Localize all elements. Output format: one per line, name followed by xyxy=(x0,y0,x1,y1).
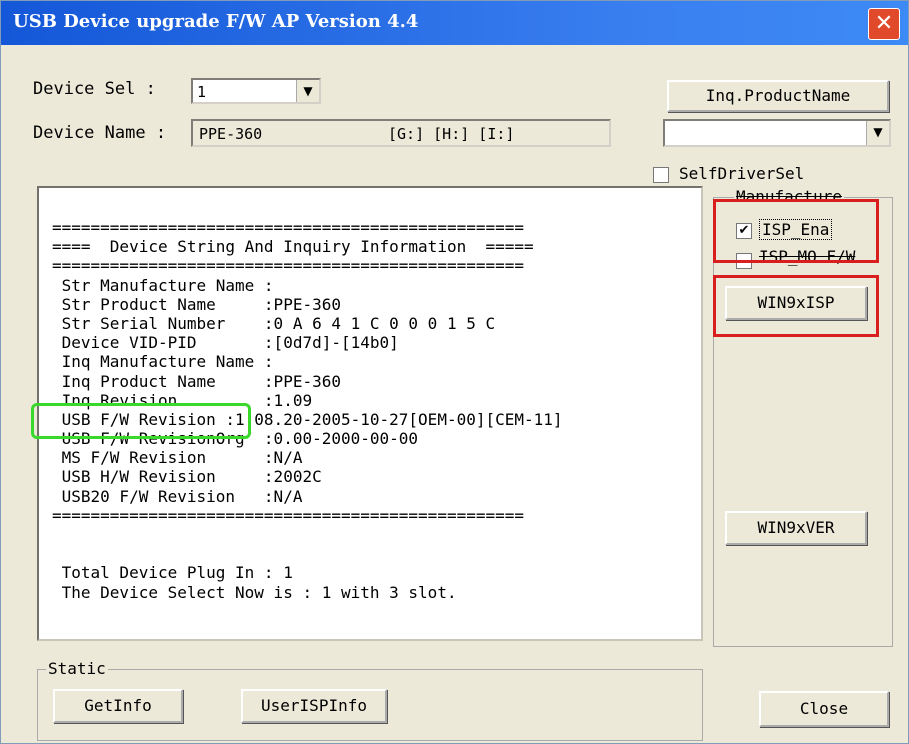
window-title: USB Device upgrade F/W AP Version 4.4 xyxy=(13,11,419,32)
close-button[interactable]: Close xyxy=(759,691,889,727)
device-name-field: PPE-360 [G:] [H:] [I:] xyxy=(191,119,611,147)
close-window-icon[interactable]: ✕ xyxy=(868,8,900,40)
console-line: Total Device Plug In : 1 xyxy=(52,563,293,583)
win9x-ver-button[interactable]: WIN9xVER xyxy=(725,511,867,545)
console-line: MS F/W Revision :N/A xyxy=(52,448,303,468)
product-name-dropdown[interactable]: ▼ xyxy=(663,119,891,147)
console-line: USB20 F/W Revision :N/A xyxy=(52,486,303,506)
device-sel-value: 1 xyxy=(197,83,207,101)
console-line: Inq Manufacture Name : xyxy=(52,352,274,372)
self-driver-sel-checkbox[interactable] xyxy=(653,167,669,183)
console-line: USB H/W Revision :2002C xyxy=(52,467,322,487)
console-line: The Device Select Now is : 1 with 3 slot… xyxy=(52,582,457,602)
title-bar[interactable]: USB Device upgrade F/W AP Version 4.4 ✕ xyxy=(1,1,908,45)
isp-ena-highlight xyxy=(713,199,879,263)
console-line: ========================================… xyxy=(52,256,525,276)
win9x-isp-highlight xyxy=(713,275,879,337)
user-isp-info-button[interactable]: UserISPInfo xyxy=(241,689,387,723)
get-info-button[interactable]: GetInfo xyxy=(53,689,183,723)
static-group-label: Static xyxy=(46,659,108,678)
app-window: USB Device upgrade F/W AP Version 4.4 ✕ … xyxy=(0,0,909,744)
console-line: Str Serial Number :0 A 6 4 1 C 0 0 0 1 5… xyxy=(52,313,496,333)
chevron-down-icon[interactable]: ▼ xyxy=(296,80,319,102)
console-line: Inq Product Name :PPE-360 xyxy=(52,371,341,391)
self-driver-sel-label: SelfDriverSel xyxy=(679,164,805,183)
device-name-label: Device Name : xyxy=(33,123,167,143)
device-name-value: PPE-360 xyxy=(199,125,263,143)
console-line: ========================================… xyxy=(52,505,525,525)
console-line: Device VID-PID :[0d7d]-[14b0] xyxy=(52,333,399,353)
console-line: ==== Device String And Inquiry Informati… xyxy=(52,237,534,257)
inq-revision-highlight xyxy=(31,403,251,439)
device-drives: [G:] [H:] [I:] xyxy=(388,125,515,143)
console-line: Str Manufacture Name : xyxy=(52,275,274,295)
chevron-down-icon[interactable]: ▼ xyxy=(866,121,889,145)
inq-product-name-button[interactable]: Inq.ProductName xyxy=(667,80,889,112)
device-sel-dropdown[interactable]: 1 ▼ xyxy=(191,78,321,104)
device-sel-label: Device Sel : xyxy=(33,79,156,99)
console-line: Str Product Name :PPE-360 xyxy=(52,294,341,314)
console-line: ========================================… xyxy=(52,218,525,237)
